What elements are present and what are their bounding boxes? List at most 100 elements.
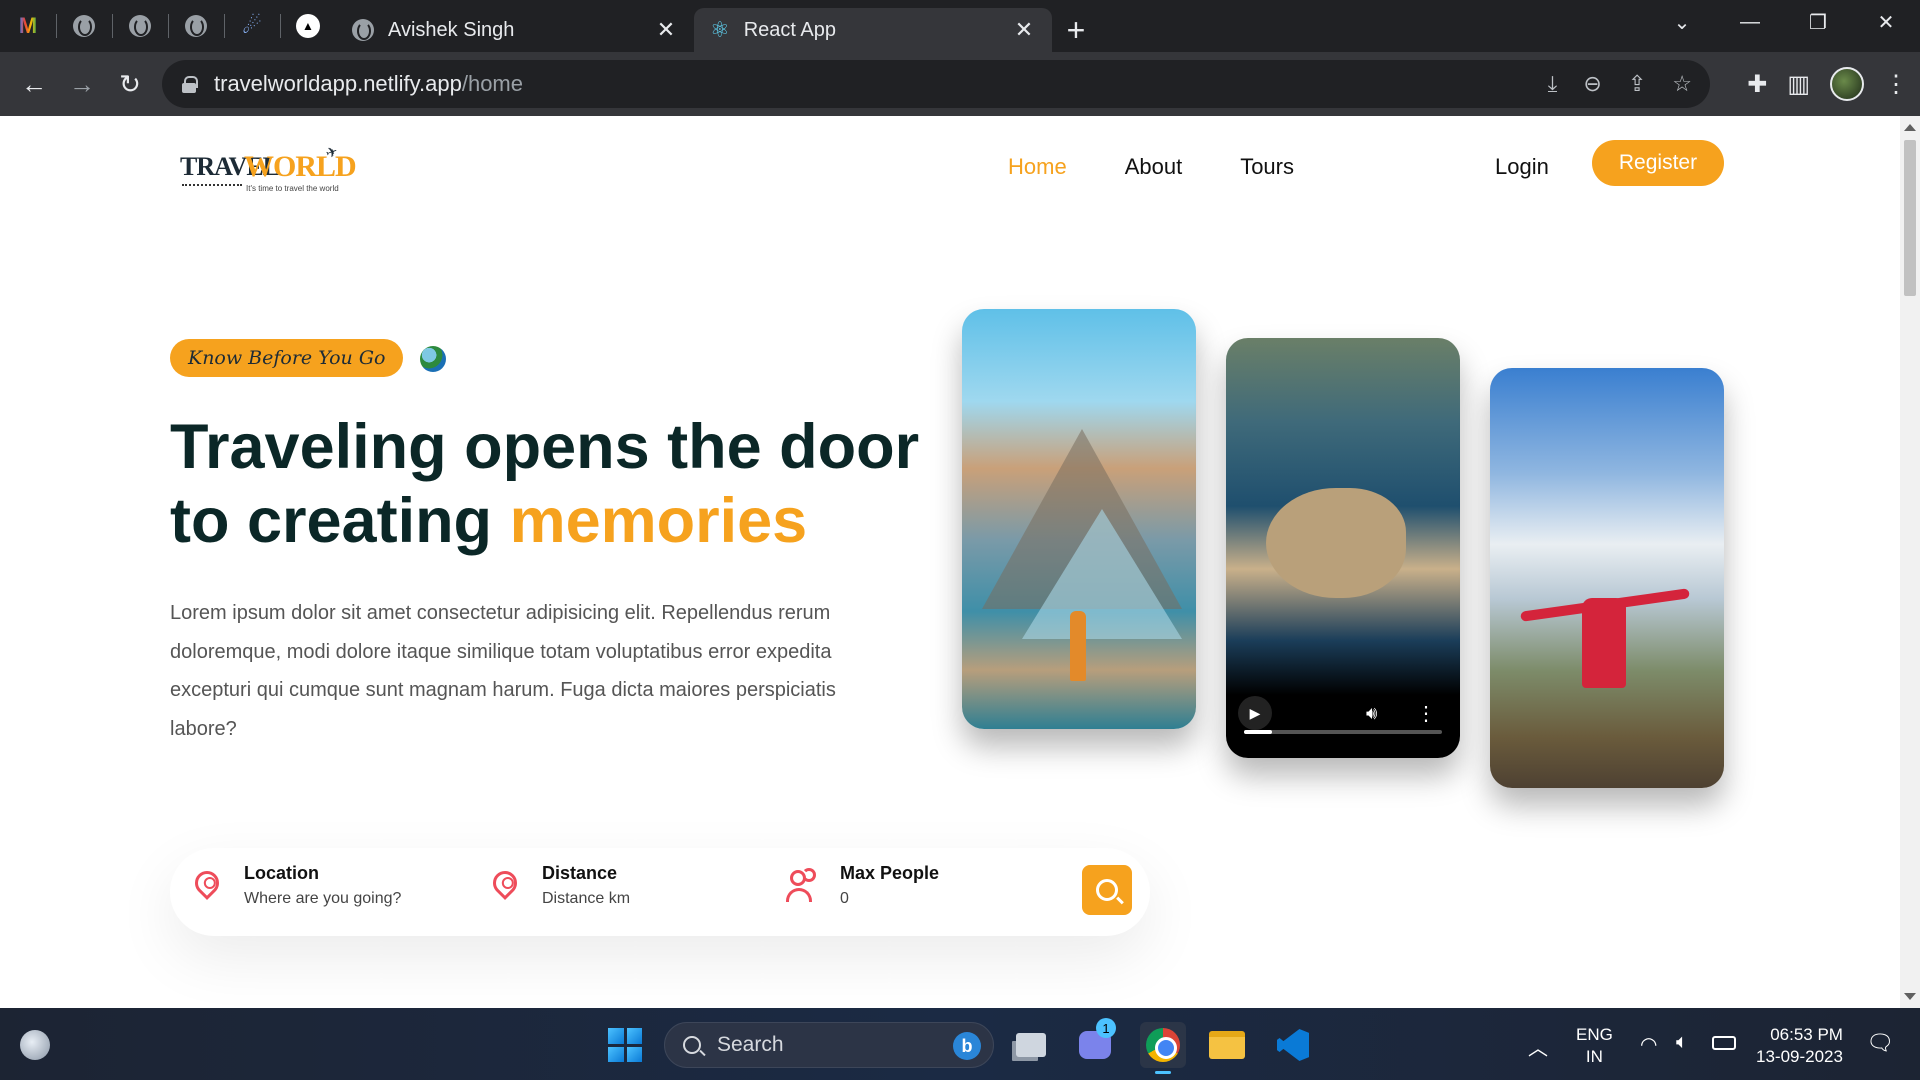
comet-icon: ☄ — [242, 13, 262, 38]
tab-pinned-vercel[interactable]: ▲ — [280, 0, 336, 52]
task-view-icon — [1016, 1033, 1046, 1057]
hero-description: Lorem ipsum dolor sit amet consectetur a… — [170, 602, 836, 740]
tab-pinned-globe-1[interactable] — [56, 0, 112, 52]
globe-icon — [73, 15, 95, 37]
globe-icon — [352, 19, 374, 41]
active-app-indicator — [1155, 1071, 1171, 1074]
profile-avatar[interactable] — [1830, 67, 1864, 101]
zoom-icon[interactable]: ⊖ — [1583, 71, 1601, 97]
react-icon: ⚛ — [710, 17, 730, 42]
logo-tagline: It's time to travel the world — [246, 184, 339, 193]
scroll-up-arrow-icon[interactable] — [1904, 124, 1916, 131]
back-button[interactable]: ← — [10, 60, 58, 108]
file-explorer-button[interactable] — [1204, 1022, 1250, 1068]
chat-app-button[interactable]: 1 — [1072, 1018, 1118, 1068]
max-people-input[interactable]: 0 — [840, 886, 939, 912]
tour-search-bar: Location Where are you going? Distance D… — [170, 848, 1150, 936]
share-icon[interactable]: ⇪ — [1628, 71, 1646, 97]
hero-image-hiker — [1490, 368, 1724, 788]
browser-toolbar: ← → ↻ travelworldapp.netlify.app/home ⤓ … — [0, 52, 1920, 116]
volume-icon[interactable]: 🔈︎ — [1676, 1031, 1688, 1054]
vscode-app-button[interactable] — [1270, 1022, 1316, 1068]
field-label: Max People — [840, 863, 940, 883]
tab-react-app[interactable]: ⚛ React App ✕ — [694, 8, 1052, 52]
close-icon[interactable]: ✕ — [1012, 17, 1036, 43]
hero-subtitle-badge: Know Before You Go — [170, 339, 404, 377]
show-hidden-icons-chevron-icon[interactable]: ︿ — [1528, 1032, 1548, 1061]
search-field-max-people[interactable]: Max People 0 — [786, 860, 939, 912]
chrome-app-button[interactable] — [1140, 1022, 1186, 1074]
page-scrollbar[interactable] — [1900, 116, 1920, 1008]
notification-center-icon[interactable]: 🗨︎ — [1866, 1030, 1894, 1056]
site-logo[interactable]: TRAVEL WORLD ✈ It's time to travel the w… — [178, 143, 357, 198]
scrollbar-thumb[interactable] — [1904, 140, 1916, 296]
video-progress-bar[interactable] — [1244, 730, 1442, 734]
login-link[interactable]: Login — [1495, 154, 1549, 180]
search-icon — [683, 1036, 701, 1054]
extensions-icon[interactable]: ✚ — [1747, 70, 1767, 99]
nav-about[interactable]: About — [1125, 154, 1183, 180]
search-button[interactable] — [1082, 865, 1132, 915]
lock-icon — [182, 76, 198, 93]
map-pin-alt-icon — [488, 866, 522, 902]
nav-home[interactable]: Home — [1008, 154, 1067, 180]
tab-pinned-comet[interactable]: ☄ — [224, 0, 280, 52]
tab-pinned-globe-2[interactable] — [112, 0, 168, 52]
video-progress-fill — [1244, 730, 1272, 734]
tab-gmail[interactable]: M — [0, 0, 56, 52]
vercel-icon: ▲ — [296, 14, 320, 38]
volume-icon[interactable]: 🔊︎ — [1366, 703, 1377, 724]
side-panel-icon[interactable]: ▥ — [1787, 70, 1810, 99]
close-window-button[interactable]: ✕ — [1852, 0, 1920, 44]
field-label: Location — [244, 863, 319, 883]
globe-icon — [129, 15, 151, 37]
video-controls: ▶ 🔊︎ ⋮ — [1226, 688, 1460, 758]
address-url: travelworldapp.netlify.app/home — [214, 71, 523, 96]
system-clock[interactable]: 06:53 PM 13-09-2023 — [1756, 1024, 1843, 1068]
scroll-down-arrow-icon[interactable] — [1904, 993, 1916, 1000]
register-button[interactable]: Register — [1592, 140, 1724, 186]
language-indicator[interactable]: ENG IN — [1576, 1024, 1613, 1068]
window-controls: ⌄ — ❐ ✕ — [1648, 0, 1920, 44]
new-tab-button[interactable]: + — [1052, 8, 1100, 52]
location-input[interactable]: Where are you going? — [244, 886, 401, 912]
field-label: Distance — [542, 863, 618, 883]
forward-button[interactable]: → — [58, 60, 106, 108]
tab-search-chevron-icon[interactable]: ⌄ — [1648, 0, 1716, 44]
hero-title-accent: memories — [509, 486, 808, 556]
restore-button[interactable]: ❐ — [1784, 0, 1852, 44]
main-nav: Home About Tours — [1008, 154, 1294, 180]
toolbar-right-actions: ✚ ▥ ⋮ — [1747, 60, 1908, 108]
address-bar[interactable]: travelworldapp.netlify.app/home ⤓ ⊖ ⇪ ☆ — [162, 60, 1710, 108]
search-field-location[interactable]: Location Where are you going? — [190, 860, 401, 912]
distance-input[interactable]: Distance km — [542, 886, 630, 912]
reload-button[interactable]: ↻ — [106, 60, 154, 108]
bing-icon[interactable]: b — [953, 1032, 981, 1060]
web-page: TRAVEL WORLD ✈ It's time to travel the w… — [0, 116, 1900, 1008]
hero-video[interactable]: ▶ 🔊︎ ⋮ — [1226, 338, 1460, 758]
weather-widget-icon[interactable] — [20, 1030, 50, 1060]
search-field-distance[interactable]: Distance Distance km — [488, 860, 630, 912]
nav-tours[interactable]: Tours — [1240, 154, 1294, 180]
task-view-button[interactable] — [1008, 1022, 1054, 1068]
wifi-icon[interactable]: ◠ — [1640, 1032, 1657, 1057]
map-pin-icon — [190, 866, 224, 902]
bookmark-star-icon[interactable]: ☆ — [1672, 71, 1692, 97]
install-app-icon[interactable]: ⤓ — [1548, 71, 1558, 97]
video-more-icon[interactable]: ⋮ — [1416, 701, 1436, 726]
start-button[interactable] — [608, 1028, 642, 1062]
folder-icon — [1209, 1031, 1245, 1059]
tab-pinned-globe-3[interactable] — [168, 0, 224, 52]
tab-title: React App — [743, 18, 837, 41]
globe-icon — [185, 15, 207, 37]
minimize-button[interactable]: — — [1716, 0, 1784, 44]
tab-avishek-singh[interactable]: Avishek Singh ✕ — [336, 8, 694, 52]
close-icon[interactable]: ✕ — [654, 17, 678, 43]
battery-icon[interactable] — [1712, 1036, 1736, 1050]
vscode-icon — [1277, 1029, 1309, 1061]
logo-flight-path — [182, 184, 242, 186]
play-icon[interactable]: ▶ — [1238, 696, 1272, 730]
taskbar-search-label: Search — [717, 1033, 784, 1056]
menu-kebab-icon[interactable]: ⋮ — [1884, 70, 1908, 99]
taskbar-search[interactable]: Search b — [664, 1022, 994, 1068]
